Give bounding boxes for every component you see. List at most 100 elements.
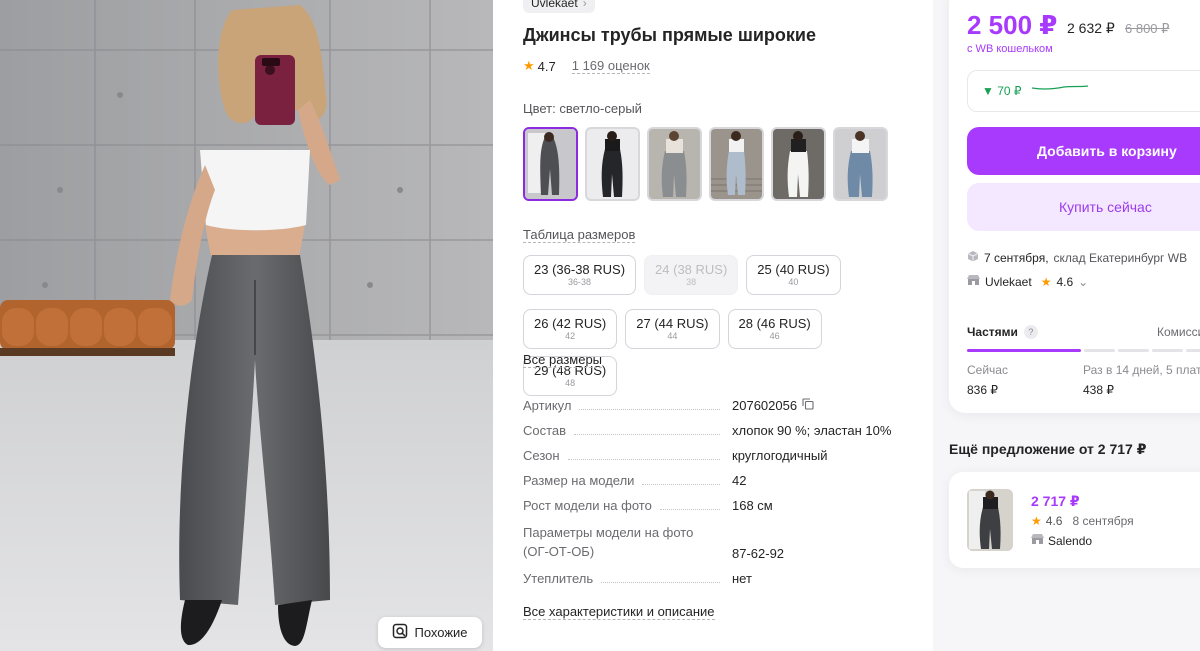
product-title: Джинсы трубы прямые широкие xyxy=(523,25,816,45)
spec-row: Параметры модели на фото (ОГ-ОТ-ОБ) 87-62-… xyxy=(523,523,923,561)
product-info: Uvlekaet › Джинсы трубы прямые широкие ★… xyxy=(493,0,933,651)
spec-key: Состав xyxy=(523,423,732,438)
spec-row: Рост модели на фото 168 см xyxy=(523,498,923,513)
spec-key: Сезон xyxy=(523,448,732,463)
size-label: 23 (36-38 RUS) xyxy=(534,262,626,277)
spec-row: Сезон круглогодичный xyxy=(523,448,923,463)
wallet-note: с WB кошельком xyxy=(967,43,1053,55)
more-offer-title: Ещё предложение от 2 717 ₽ xyxy=(949,441,1147,457)
spec-key-label: Состав xyxy=(523,423,567,438)
delivery-info: 7 сентября, склад Екатеринбург WB xyxy=(967,250,1187,265)
spec-dots xyxy=(567,459,720,460)
spec-key-label: Утеплитель xyxy=(523,571,594,586)
price-history-box[interactable]: ▼ 70 ₽ xyxy=(967,70,1200,112)
size-ru-label: 36-38 xyxy=(568,277,592,287)
spec-row: Состав хлопок 90 %; эластан 10% xyxy=(523,423,923,438)
brand-name: Uvlekaet xyxy=(531,0,578,10)
spec-dots xyxy=(601,582,720,583)
similar-button-label: Похожие xyxy=(414,625,468,640)
offer-rating: ★ 4.6 8 сентября xyxy=(1031,514,1134,528)
size-option[interactable]: 26 (42 RUS) 42 xyxy=(523,309,618,349)
size-label: 27 (44 RUS) xyxy=(636,316,709,331)
spec-value-text: круглогодичный xyxy=(732,448,828,463)
size-label: 24 (38 RUS) xyxy=(655,262,728,277)
shop-icon xyxy=(1031,533,1044,548)
size-option[interactable]: 27 (44 RUS) 44 xyxy=(625,309,720,349)
offer-seller-name: Salendo xyxy=(1048,533,1093,548)
chevron-right-icon: › xyxy=(582,0,587,10)
similar-button[interactable]: Похожие xyxy=(378,617,482,648)
spec-dots xyxy=(659,509,720,510)
offer-card[interactable]: 2 717 ₽ ★ 4.6 8 сентября Salendo xyxy=(949,472,1200,568)
spec-value-text: 87-62-92 xyxy=(732,546,785,561)
color-variant-thumb[interactable] xyxy=(585,127,640,201)
price-drop-value: ▼ 70 ₽ xyxy=(982,84,1022,98)
spec-value-text: нет xyxy=(732,571,752,586)
spec-key-label-extra: (ОГ-ОТ-ОБ) xyxy=(523,544,595,559)
all-specs-link[interactable]: Все характеристики и описание xyxy=(523,604,715,620)
offer-seller: Salendo xyxy=(1031,533,1092,548)
star-icon: ★ xyxy=(1031,514,1042,528)
similar-search-icon xyxy=(392,623,408,642)
spec-value: нет xyxy=(732,571,752,586)
pay-now-label: Сейчас xyxy=(967,363,1008,377)
size-table-link[interactable]: Таблица размеров xyxy=(523,227,636,243)
color-label: Цвет: светло-серый xyxy=(523,101,642,116)
color-variant-thumb[interactable] xyxy=(523,127,578,201)
color-variant-thumb[interactable] xyxy=(771,127,826,201)
shop-icon xyxy=(967,274,980,289)
size-option[interactable]: 25 (40 RUS) 40 xyxy=(746,255,841,295)
reviews-link[interactable]: 1 169 оценок xyxy=(571,58,650,74)
size-label: 25 (40 RUS) xyxy=(757,262,830,277)
spec-key-label: Размер на модели xyxy=(523,473,635,488)
size-label: 28 (46 RUS) xyxy=(738,316,811,331)
color-variant-thumb[interactable] xyxy=(833,127,888,201)
progress-segment xyxy=(1084,349,1115,352)
spec-value-text: 168 см xyxy=(732,498,773,513)
size-ru-label: 38 xyxy=(686,277,697,287)
box-icon xyxy=(967,250,979,265)
spec-value-text: 42 xyxy=(732,473,747,488)
size-label: 26 (42 RUS) xyxy=(534,316,607,331)
spec-key: Параметры модели на фото (ОГ-ОТ-ОБ) xyxy=(523,523,732,561)
product-main-photo[interactable]: Похожие xyxy=(0,0,493,651)
spec-row: Размер на модели 42 xyxy=(523,473,923,488)
all-sizes-link[interactable]: Все размеры xyxy=(523,352,603,368)
spec-value: хлопок 90 %; эластан 10% xyxy=(732,423,891,438)
color-variant-thumb[interactable] xyxy=(709,127,764,201)
installments-commission: Комиссия xyxy=(1157,325,1200,339)
spec-value-text: 207602056 xyxy=(732,398,798,413)
spec-dots xyxy=(642,484,720,485)
size-ru-label: 46 xyxy=(769,331,780,341)
brand-link[interactable]: Uvlekaet › xyxy=(523,0,595,13)
product-rating: ★ 4.7 1 169 оценок xyxy=(523,58,650,74)
spec-row: Артикул 207602056 xyxy=(523,398,923,413)
add-to-cart-button[interactable]: Добавить в корзину xyxy=(967,127,1200,175)
question-icon[interactable]: ? xyxy=(1023,325,1038,339)
copy-icon[interactable] xyxy=(802,398,814,413)
progress-segment-paid xyxy=(967,349,1081,352)
spec-value: 42 xyxy=(732,473,746,488)
offer-rating-value: 4.6 xyxy=(1045,514,1063,528)
size-ru-label: 44 xyxy=(667,331,678,341)
chevron-down-icon: ⌄ xyxy=(1078,274,1089,289)
star-icon: ★ xyxy=(523,58,535,73)
color-variant-thumb[interactable] xyxy=(647,127,702,201)
spec-value-text: хлопок 90 %; эластан 10% xyxy=(732,423,892,438)
pay-later-value: 438 ₽ xyxy=(1083,383,1114,397)
buy-now-button[interactable]: Купить сейчас xyxy=(967,183,1200,231)
product-photo-image xyxy=(0,0,493,651)
installments-progress xyxy=(967,349,1200,352)
delivery-date: 7 сентября, xyxy=(984,250,1049,265)
seller-info[interactable]: Uvlekaet ★ 4.6 ⌄ xyxy=(967,274,1088,289)
color-variants xyxy=(523,127,888,201)
delivery-warehouse: склад Екатеринбург WB xyxy=(1053,250,1188,265)
size-option[interactable]: 28 (46 RUS) 46 xyxy=(727,309,822,349)
size-option[interactable]: 23 (36-38 RUS) 36-38 xyxy=(523,255,637,295)
spec-key: Размер на модели xyxy=(523,473,732,488)
installments-label: Частями ? xyxy=(967,325,1038,339)
size-ru-label: 40 xyxy=(788,277,799,287)
seller-rating: 4.6 xyxy=(1056,274,1074,289)
spec-value: 87-62-92 xyxy=(732,546,784,561)
pay-now-value: 836 ₽ xyxy=(967,383,998,397)
